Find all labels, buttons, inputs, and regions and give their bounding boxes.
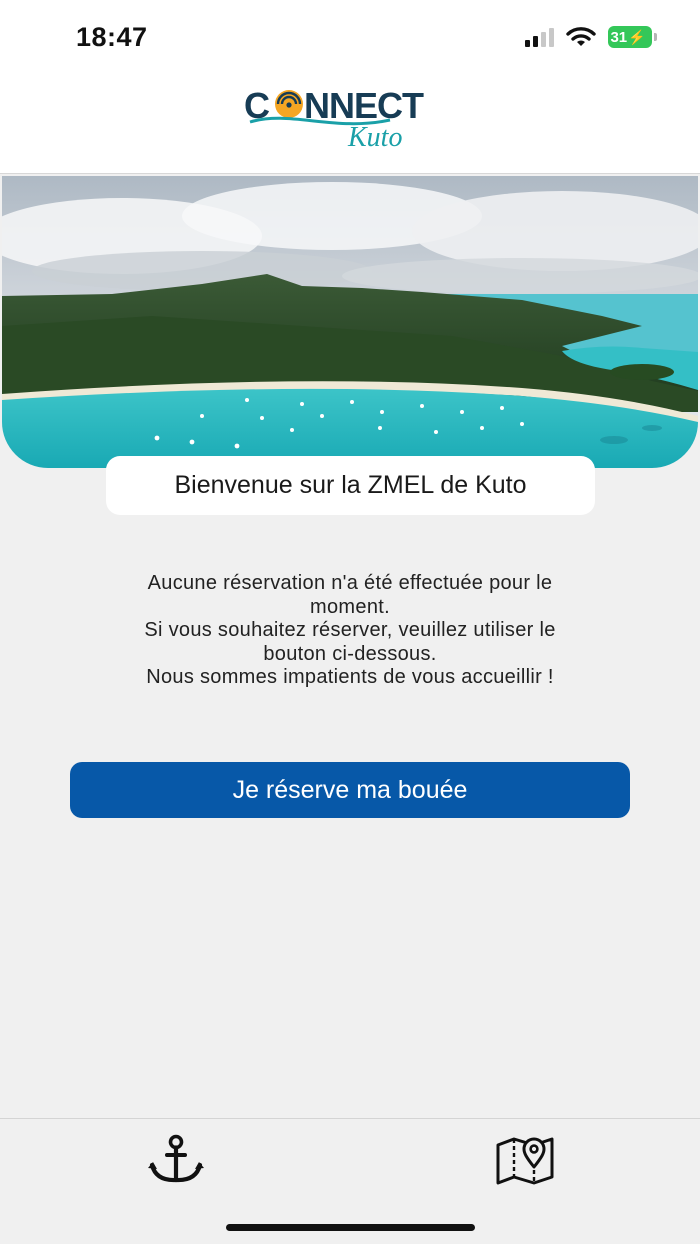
welcome-card: Bienvenue sur la ZMEL de Kuto	[106, 456, 595, 515]
status-time: 18:47	[76, 22, 148, 52]
svg-text:Kuto: Kuto	[347, 122, 402, 153]
svg-text:NNECT: NNECT	[304, 85, 424, 126]
empty-state-message: Aucune réservation n'a été effectuée pou…	[60, 572, 640, 690]
anchor-icon[interactable]	[146, 1133, 206, 1187]
hero-image	[2, 176, 698, 468]
message-line: moment.	[310, 595, 390, 618]
app-screen: 18:47 31 ⚡ C NNECT Kuto Bienvenue sur la…	[0, 0, 700, 1244]
app-header: C NNECT Kuto	[0, 76, 700, 174]
connect-kuto-logo: C NNECT Kuto	[244, 85, 425, 153]
message-line: Aucune réservation n'a été effectuée pou…	[147, 572, 553, 594]
status-icons: 31 ⚡	[525, 26, 657, 48]
map-pin-icon[interactable]	[494, 1133, 556, 1187]
aerial-bay-icon	[2, 176, 698, 468]
message-line: bouton ci-dessous.	[263, 642, 437, 665]
home-indicator[interactable]	[226, 1224, 475, 1231]
charging-bolt-icon: ⚡	[628, 28, 646, 45]
reserve-buoy-button[interactable]: Je réserve ma bouée	[70, 762, 630, 818]
wifi-icon	[566, 27, 596, 46]
status-bar: 18:47 31 ⚡	[0, 0, 700, 76]
message-line: Si vous souhaitez réserver, veuillez uti…	[144, 619, 556, 641]
cellular-signal-icon	[525, 27, 554, 47]
battery-level: 31	[610, 28, 628, 46]
battery-icon: 31 ⚡	[608, 26, 657, 48]
message-line: Nous sommes impatients de vous accueilli…	[146, 666, 554, 688]
welcome-title: Bienvenue sur la ZMEL de Kuto	[174, 471, 527, 499]
